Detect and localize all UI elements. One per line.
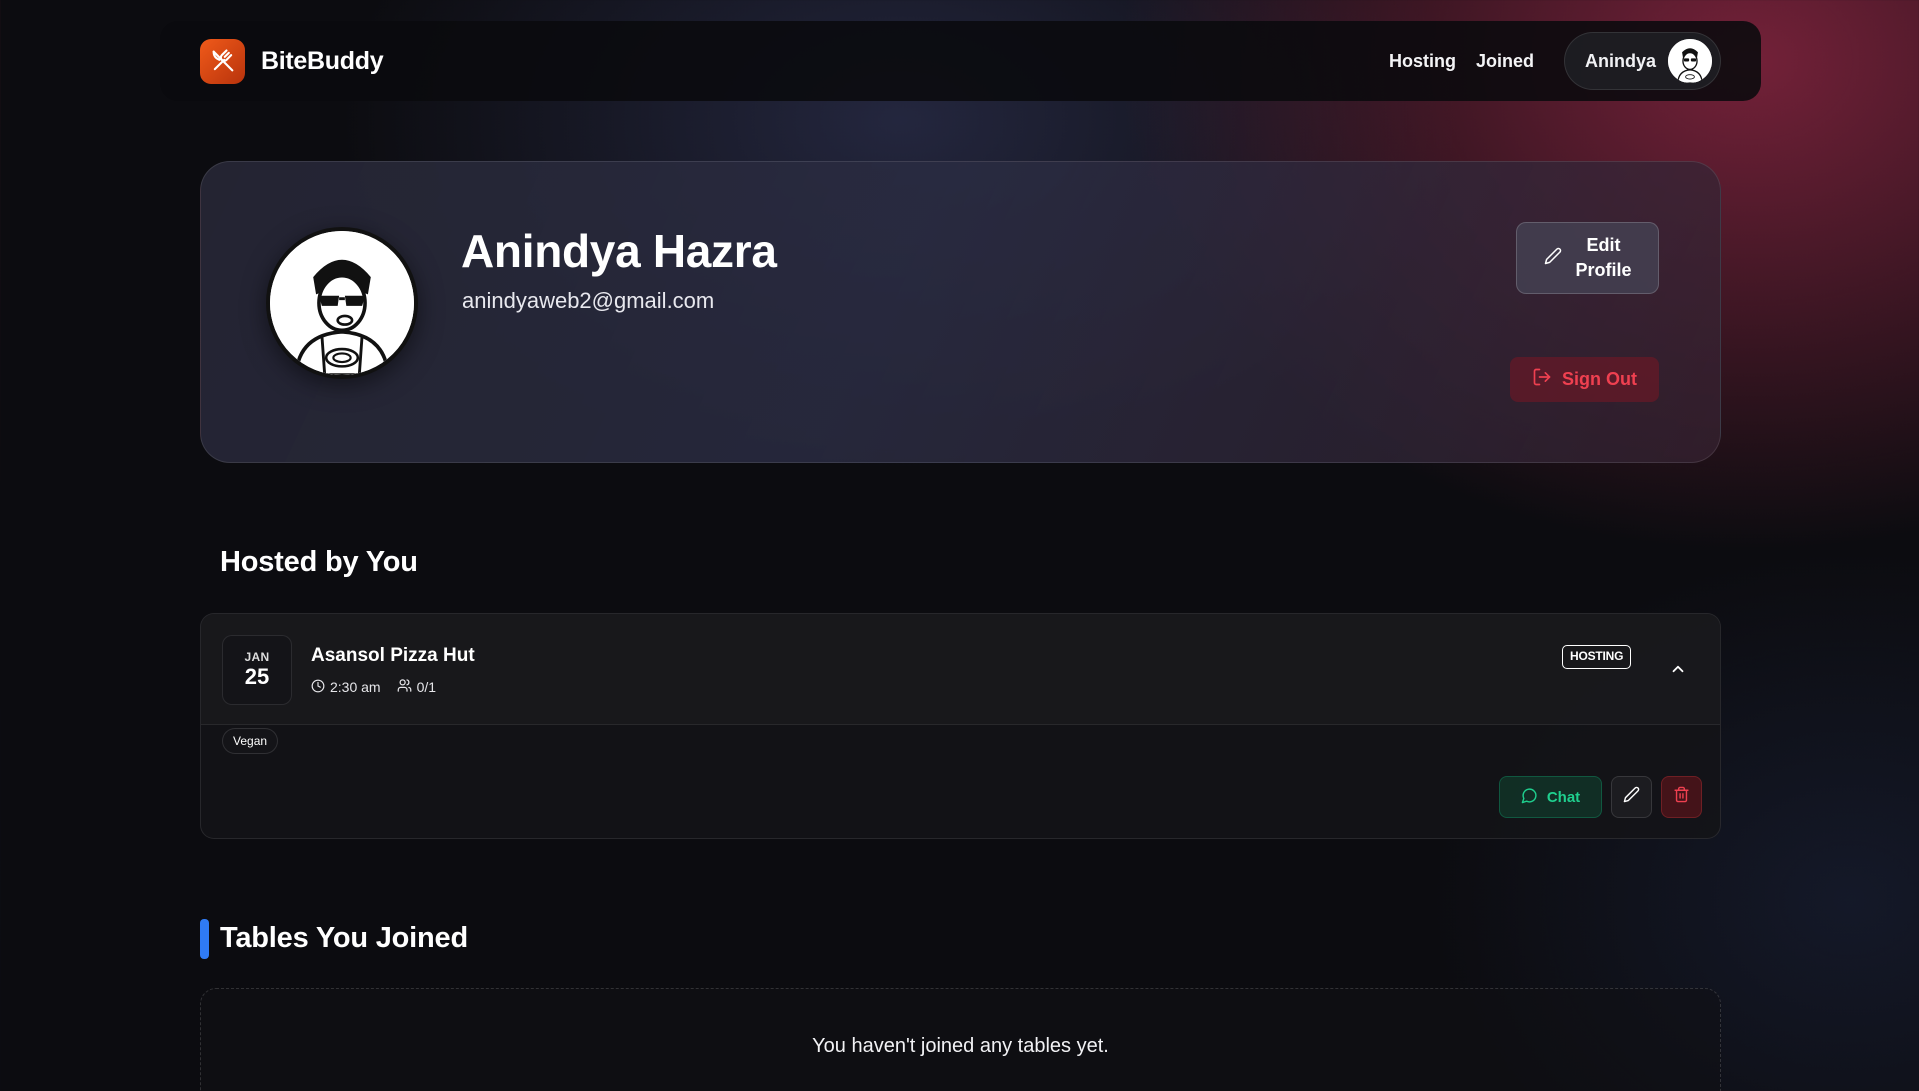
- edit-event-button[interactable]: [1611, 776, 1652, 818]
- event-header[interactable]: JAN 25 Asansol Pizza Hut 2:30 am 0/1 HOS…: [201, 614, 1720, 725]
- sign-out-label: Sign Out: [1562, 369, 1637, 389]
- hosted-event-card: JAN 25 Asansol Pizza Hut 2:30 am 0/1 HOS…: [200, 613, 1721, 839]
- event-seats-text: 0/1: [416, 679, 437, 695]
- event-seats: 0/1: [397, 678, 436, 696]
- brand-name: BiteBuddy: [261, 46, 384, 75]
- users-icon: [397, 678, 412, 696]
- profile-avatar: [266, 227, 418, 379]
- chat-button[interactable]: Chat: [1499, 776, 1602, 818]
- message-circle-icon: [1521, 787, 1538, 808]
- profile-card: Anindya Hazra anindyaweb2@gmail.com Edit…: [200, 161, 1721, 463]
- chat-label: Chat: [1546, 788, 1581, 806]
- hosted-section-title: Hosted by You: [220, 546, 418, 578]
- nav-links: Hosting Joined Anindya: [1389, 32, 1721, 90]
- hosting-badge: HOSTING: [1562, 645, 1632, 669]
- pencil-icon: [1544, 247, 1562, 270]
- trash-icon: [1673, 786, 1690, 808]
- avatar: [1668, 39, 1712, 83]
- joined-section-title: Tables You Joined: [220, 922, 468, 954]
- user-menu[interactable]: Anindya: [1563, 32, 1721, 90]
- delete-event-button[interactable]: [1661, 776, 1702, 818]
- profile-email: anindyaweb2@gmail.com: [462, 288, 715, 313]
- clock-icon: [311, 679, 325, 696]
- empty-state-message: You haven't joined any tables yet.: [812, 1035, 1109, 1057]
- event-day: 25: [244, 664, 270, 689]
- navbar: BiteBuddy Hosting Joined Anindya: [160, 21, 1761, 101]
- nav-link-hosting[interactable]: Hosting: [1389, 51, 1456, 72]
- event-tag: Vegan: [222, 728, 279, 754]
- event-time: 2:30 am: [311, 679, 381, 696]
- joined-empty-state: You haven't joined any tables yet.: [200, 988, 1721, 1091]
- user-menu-name: Anindya: [1584, 50, 1656, 71]
- nav-link-joined[interactable]: Joined: [1476, 51, 1534, 72]
- profile-name: Anindya Hazra: [461, 225, 777, 277]
- edit-profile-button[interactable]: Edit Profile: [1516, 222, 1659, 294]
- event-meta: 2:30 am 0/1: [311, 678, 436, 696]
- section-accent-bar: [200, 919, 209, 959]
- edit-profile-label: Edit Profile: [1575, 235, 1632, 280]
- brand[interactable]: BiteBuddy: [200, 38, 384, 84]
- event-time-text: 2:30 am: [330, 679, 381, 695]
- log-out-icon: [1532, 367, 1552, 392]
- sign-out-button[interactable]: Sign Out: [1510, 357, 1659, 402]
- pencil-icon: [1623, 786, 1640, 808]
- event-month: JAN: [244, 650, 270, 664]
- fork-knife-icon: [200, 38, 245, 84]
- chevron-up-icon[interactable]: [1666, 657, 1690, 681]
- event-date: JAN 25: [222, 635, 292, 705]
- event-title: Asansol Pizza Hut: [311, 645, 475, 666]
